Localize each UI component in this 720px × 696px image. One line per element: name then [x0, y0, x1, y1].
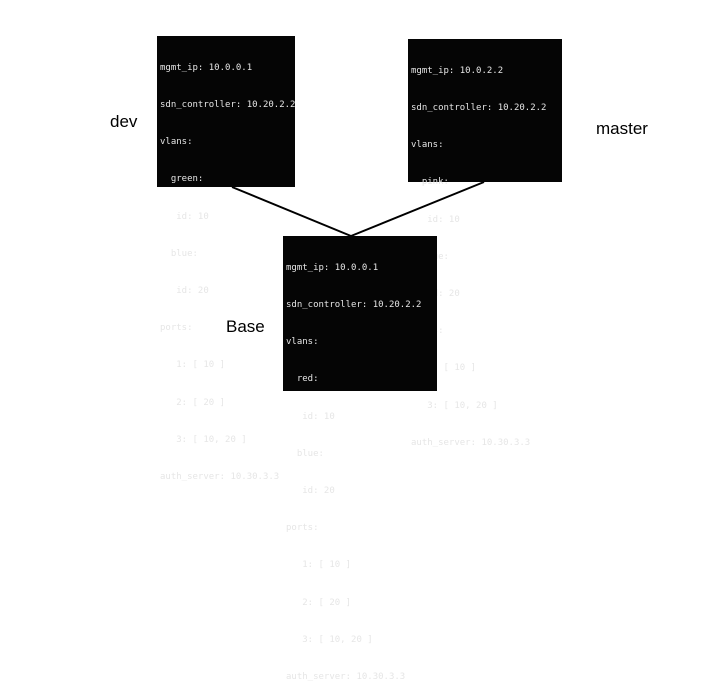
config-line: id: 10	[160, 211, 209, 222]
config-line: auth_server: 10.30.3.3	[160, 472, 280, 483]
config-line: vlans:	[411, 140, 444, 151]
config-line: id: 10	[411, 214, 460, 225]
config-line: id: 10	[286, 411, 335, 422]
config-line: blue:	[160, 248, 198, 259]
config-line: mgmt_ip: 10.0.2.2	[411, 65, 504, 76]
config-line: 1: [ 10 ]	[160, 360, 226, 371]
config-line: sdn_controller: 10.20.2.2	[286, 300, 422, 311]
config-line: 2: [ 20 ]	[160, 397, 226, 408]
config-line: ports:	[160, 323, 193, 334]
config-line: mgmt_ip: 10.0.0.1	[160, 62, 253, 73]
config-line: blue:	[286, 448, 324, 459]
config-box-dev: mgmt_ip: 10.0.0.1 sdn_controller: 10.20.…	[157, 36, 296, 482]
config-line: 2: [ 20 ]	[286, 597, 352, 608]
config-line: 1: [ 10 ]	[286, 560, 352, 571]
config-line: id: 20	[286, 486, 335, 497]
config-line: sdn_controller: 10.20.2.2	[411, 103, 547, 114]
config-line: green:	[160, 174, 204, 185]
config-line: ports:	[286, 523, 319, 534]
config-line: red:	[286, 374, 319, 385]
config-line: 3: [ 10, 20 ]	[286, 634, 373, 645]
config-line: auth_server: 10.30.3.3	[286, 672, 406, 683]
config-line: vlans:	[286, 337, 319, 348]
config-line: id: 20	[160, 286, 209, 297]
config-line: mgmt_ip: 10.0.0.1	[286, 262, 379, 273]
config-line: sdn_controller: 10.20.2.2	[160, 100, 296, 111]
config-box-base: mgmt_ip: 10.0.0.1 sdn_controller: 10.20.…	[283, 236, 437, 682]
config-line: pink:	[411, 177, 449, 188]
config-box-master: mgmt_ip: 10.0.2.2 sdn_controller: 10.20.…	[408, 39, 562, 448]
branch-label-master: master	[596, 119, 648, 138]
branch-label-dev: dev	[110, 112, 138, 131]
config-line: vlans:	[160, 137, 193, 148]
config-line: 3: [ 10, 20 ]	[160, 434, 247, 445]
